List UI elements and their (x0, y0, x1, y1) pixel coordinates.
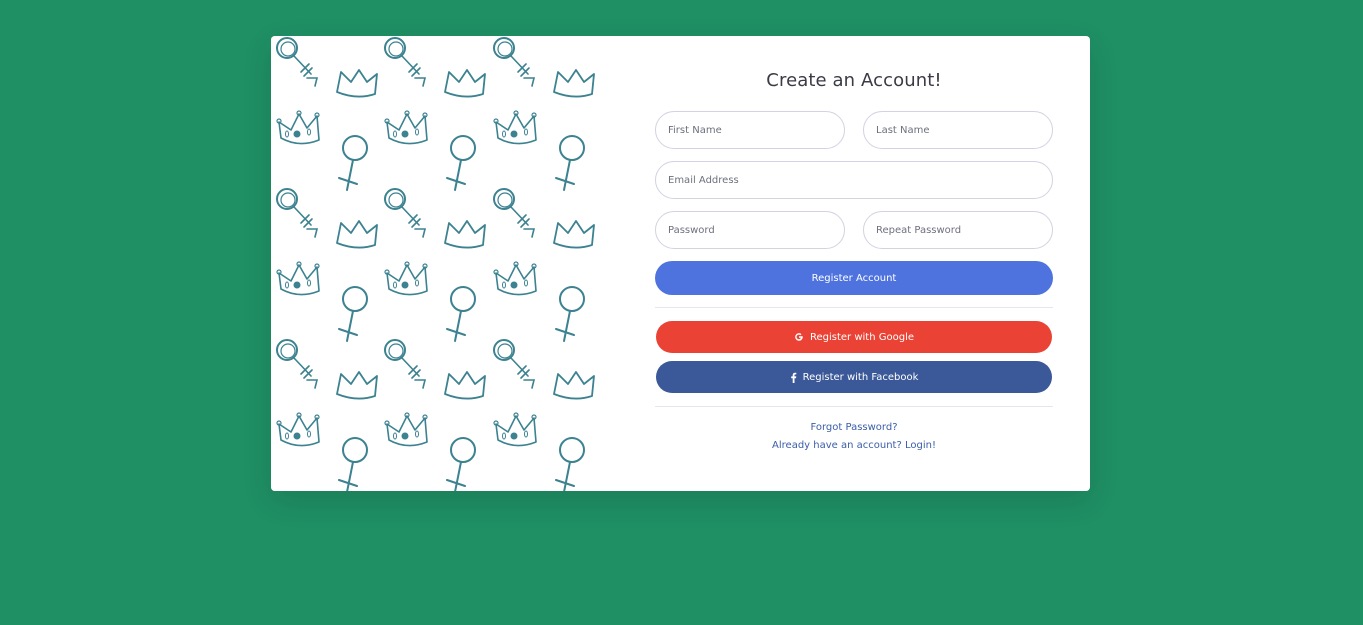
female-symbol-icon (276, 188, 318, 238)
login-link[interactable]: Already have an account? Login! (655, 440, 1053, 451)
female-symbol-icon (493, 188, 535, 238)
female-symbol-icon (555, 135, 585, 191)
divider (655, 406, 1053, 407)
register-facebook-label: Register with Facebook (802, 371, 919, 383)
crown-icon (336, 69, 378, 98)
password-input[interactable] (655, 211, 845, 249)
female-symbol-icon (276, 37, 318, 87)
crown-icon (276, 110, 320, 145)
female-symbol-icon (276, 339, 318, 389)
facebook-icon (790, 372, 797, 383)
crown-icon (493, 261, 537, 296)
pattern-illustration (276, 37, 595, 491)
female-symbol-icon (555, 286, 585, 342)
register-google-label: Register with Google (809, 331, 914, 343)
female-symbol-icon (338, 135, 368, 191)
crown-icon (553, 371, 595, 400)
last-name-input[interactable] (863, 111, 1053, 149)
register-account-label: Register Account (811, 272, 897, 284)
first-name-input[interactable] (655, 111, 845, 149)
crown-icon (276, 412, 320, 447)
repeat-password-input[interactable] (863, 211, 1053, 249)
crown-icon (493, 110, 537, 145)
google-icon (794, 332, 804, 342)
divider (655, 307, 1053, 308)
crown-icon (444, 371, 486, 400)
crown-icon (493, 412, 537, 447)
female-symbol-icon (384, 188, 426, 238)
forgot-password-link[interactable]: Forgot Password? (655, 422, 1053, 433)
female-symbol-icon (338, 437, 368, 491)
female-symbol-icon (446, 437, 476, 491)
female-symbol-icon (384, 37, 426, 87)
crown-icon (444, 220, 486, 249)
crown-icon (553, 220, 595, 249)
page-title: Create an Account! (766, 70, 942, 91)
register-google-button[interactable]: Register with Google (656, 321, 1052, 353)
crown-icon (384, 261, 428, 296)
crown-icon (336, 371, 378, 400)
register-form: Create an Account! Register Account Regi… (655, 36, 1053, 491)
email-input[interactable] (655, 161, 1053, 199)
female-symbol-icon (493, 339, 535, 389)
female-symbol-icon (555, 437, 585, 491)
register-card: Create an Account! Register Account Regi… (271, 36, 1090, 491)
decorative-pattern-panel (271, 36, 600, 491)
female-symbol-icon (384, 339, 426, 389)
crown-icon (336, 220, 378, 249)
crown-icon (384, 412, 428, 447)
crown-icon (276, 261, 320, 296)
register-account-button[interactable]: Register Account (655, 261, 1053, 295)
crown-icon (384, 110, 428, 145)
crown-icon (444, 69, 486, 98)
female-symbol-icon (446, 135, 476, 191)
register-facebook-button[interactable]: Register with Facebook (656, 361, 1052, 393)
female-symbol-icon (338, 286, 368, 342)
female-symbol-icon (446, 286, 476, 342)
crown-icon (553, 69, 595, 98)
female-symbol-icon (493, 37, 535, 87)
